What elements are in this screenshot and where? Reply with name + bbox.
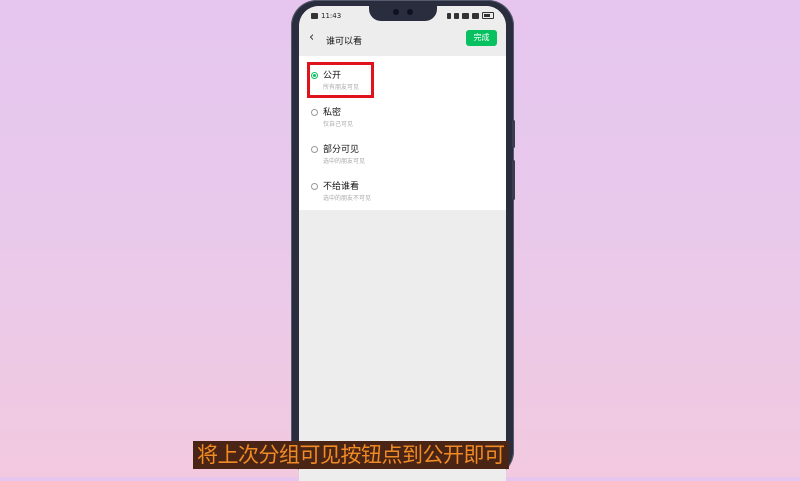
status-left: 11:43	[311, 12, 341, 20]
camera-icon	[393, 9, 399, 15]
radio-icon[interactable]	[311, 146, 318, 153]
radio-icon[interactable]	[311, 109, 318, 116]
signal-icon	[472, 12, 479, 19]
option-label: 私密	[323, 108, 342, 118]
bluetooth-icon	[447, 12, 451, 19]
option-subtitle: 仅自己可见	[323, 121, 354, 128]
nav-bar: ‹ 谁可以看 完成	[299, 26, 506, 52]
status-bar: 11:43	[299, 6, 506, 26]
battery-icon	[482, 12, 494, 19]
video-caption: 将上次分组可见按钮点到公开即可	[193, 441, 509, 469]
highlight-box	[307, 62, 374, 98]
option-subtitle: 选中的朋友可见	[323, 158, 366, 165]
radio-icon[interactable]	[311, 183, 318, 190]
sensor-icon	[407, 9, 413, 15]
power-button	[512, 160, 515, 200]
done-button[interactable]: 完成	[466, 30, 497, 46]
back-arrow-icon[interactable]: ‹	[309, 31, 319, 44]
option-subtitle: 选中的朋友不可见	[323, 195, 372, 202]
option-exclude[interactable]: 不给谁看 选中的朋友不可见	[299, 169, 506, 205]
option-partial[interactable]: 部分可见 选中的朋友可见	[299, 132, 506, 168]
camera-notch	[369, 6, 437, 21]
volume-button	[512, 120, 515, 148]
alarm-icon	[454, 12, 459, 19]
page-title: 谁可以看	[326, 37, 363, 47]
option-label: 不给谁看	[323, 182, 360, 192]
status-right	[447, 12, 494, 19]
status-time: 11:43	[321, 12, 342, 20]
option-private[interactable]: 私密 仅自己可见	[299, 95, 506, 131]
option-label: 部分可见	[323, 145, 360, 155]
notification-icon	[311, 13, 318, 19]
wifi-icon	[462, 12, 469, 19]
